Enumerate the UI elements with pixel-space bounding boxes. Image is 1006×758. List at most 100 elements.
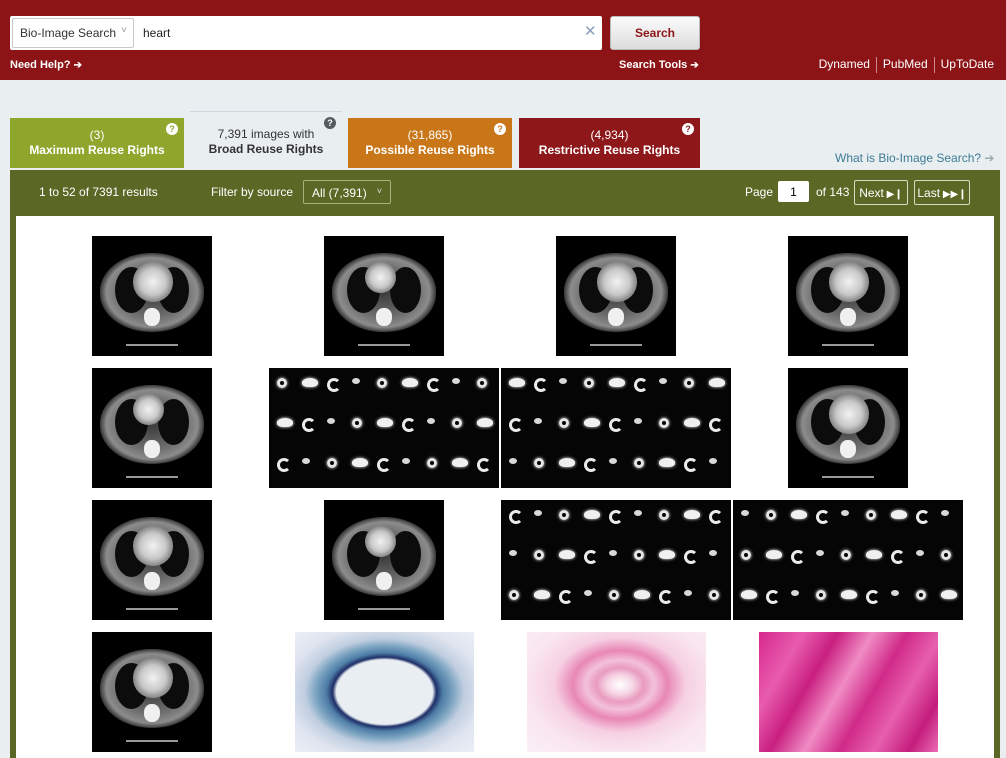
perfusion-slice [609,550,617,556]
image-thumbnail[interactable] [269,368,499,488]
perfusion-slice [402,458,410,464]
tab-maximum-reuse[interactable]: ? (3) Maximum Reuse Rights [10,118,184,168]
image-results-grid [16,216,994,758]
perfusion-slice [559,590,573,604]
tab-count: (31,865) [407,128,453,142]
perfusion-slice [841,510,849,516]
ct-table-line [125,344,179,346]
perfusion-slice [509,418,523,432]
source-filter-value: All (7,391) [312,186,367,200]
ct-heart-shape [829,262,869,302]
perfusion-slice [916,550,924,556]
perfusion-slice [659,458,675,467]
perfusion-slice [584,418,600,427]
tab-broad-reuse[interactable]: ? 7,391 images with Broad Reuse Rights [190,111,342,170]
perfusion-slice [741,550,751,560]
perfusion-slice [609,458,617,464]
perfusion-slice [302,418,316,432]
perfusion-slice [766,590,780,604]
ct-spine-shape [840,440,856,459]
page-number-input[interactable] [778,181,809,202]
perfusion-slice [609,590,619,600]
help-icon[interactable]: ? [682,123,694,135]
clear-icon[interactable]: ✕ [584,24,597,40]
dynamed-link[interactable]: Dynamed [819,57,870,73]
perfusion-slice [452,418,462,428]
perfusion-slice [302,378,318,387]
perfusion-slice [891,590,899,596]
ct-spine-shape [376,572,392,591]
tab-label: Broad Reuse Rights [208,142,324,156]
perfusion-slice [477,418,493,427]
image-thumbnail[interactable] [92,368,212,488]
image-thumbnail[interactable] [501,368,731,488]
perfusion-slice [741,590,757,599]
perfusion-slice [352,378,360,384]
perfusion-slice [709,590,719,600]
filter-label: Filter by source [211,185,294,199]
tab-restrictive-reuse[interactable]: ? (4,934) Restrictive Reuse Rights [519,118,700,168]
tab-possible-reuse[interactable]: ? (31,865) Possible Reuse Rights [348,118,512,168]
ct-spine-shape [840,308,856,327]
perfusion-slice [841,590,857,599]
image-thumbnail[interactable] [324,500,444,620]
image-thumbnail[interactable] [733,500,963,620]
perfusion-slice [509,510,523,524]
perfusion-slice [866,510,876,520]
perfusion-slice [816,510,830,524]
help-icon[interactable]: ? [494,123,506,135]
image-thumbnail[interactable] [759,632,938,752]
source-filter-select[interactable]: All (7,391) ˅ [303,180,391,204]
image-thumbnail[interactable] [556,236,676,356]
what-is-bio-image-search-link[interactable]: What is Bio-Image Search? ➔ [835,151,994,165]
perfusion-slice [916,510,930,524]
perfusion-slice [766,510,776,520]
last-page-button[interactable]: Last ▶▶❙ [914,180,970,205]
image-thumbnail[interactable] [788,236,908,356]
ct-spine-shape [144,440,160,459]
next-icon: ▶❙ [883,189,903,200]
database-selector-label: Bio-Image Search [20,26,117,40]
image-thumbnail[interactable] [788,368,908,488]
what-is-label: What is Bio-Image Search? [835,151,982,165]
search-button[interactable]: Search [610,16,700,50]
perfusion-slice [634,378,648,392]
perfusion-slice [841,550,851,560]
image-thumbnail[interactable] [92,632,212,752]
image-thumbnail[interactable] [324,236,444,356]
ct-heart-shape [597,262,637,302]
search-tools-link[interactable]: Search Tools ➔ [619,59,699,71]
image-thumbnail[interactable] [527,632,706,752]
perfusion-slice [584,590,592,596]
need-help-link[interactable]: Need Help? ➔ [10,59,82,71]
perfusion-slice [427,458,437,468]
help-icon[interactable]: ? [166,123,178,135]
perfusion-slice [427,378,441,392]
tab-count: 7,391 images with [217,127,315,141]
tab-count: (3) [89,128,105,142]
pubmed-link[interactable]: PubMed [883,57,928,73]
image-thumbnail[interactable] [295,632,474,752]
perfusion-slice [634,510,642,516]
tab-label: Possible Reuse Rights [365,143,495,157]
image-thumbnail[interactable] [92,500,212,620]
perfusion-slice [534,418,542,424]
perfusion-slice [352,418,362,428]
perfusion-slice [352,458,368,467]
search-input[interactable] [140,18,580,48]
perfusion-slice [634,418,642,424]
perfusion-slice [659,378,667,384]
perfusion-slice [684,418,700,427]
help-icon[interactable]: ? [324,117,336,129]
next-page-button[interactable]: Next ▶❙ [854,180,908,205]
chevron-down-icon: ˅ [121,25,127,36]
ct-table-line [821,476,875,478]
uptodate-link[interactable]: UpToDate [941,57,994,73]
image-thumbnail[interactable] [501,500,731,620]
database-selector[interactable]: Bio-Image Search ˅ [12,18,134,48]
perfusion-slice [477,458,491,472]
image-thumbnail[interactable] [92,236,212,356]
page-label: Page [745,185,774,199]
perfusion-slice [659,418,669,428]
perfusion-slice [741,510,749,516]
